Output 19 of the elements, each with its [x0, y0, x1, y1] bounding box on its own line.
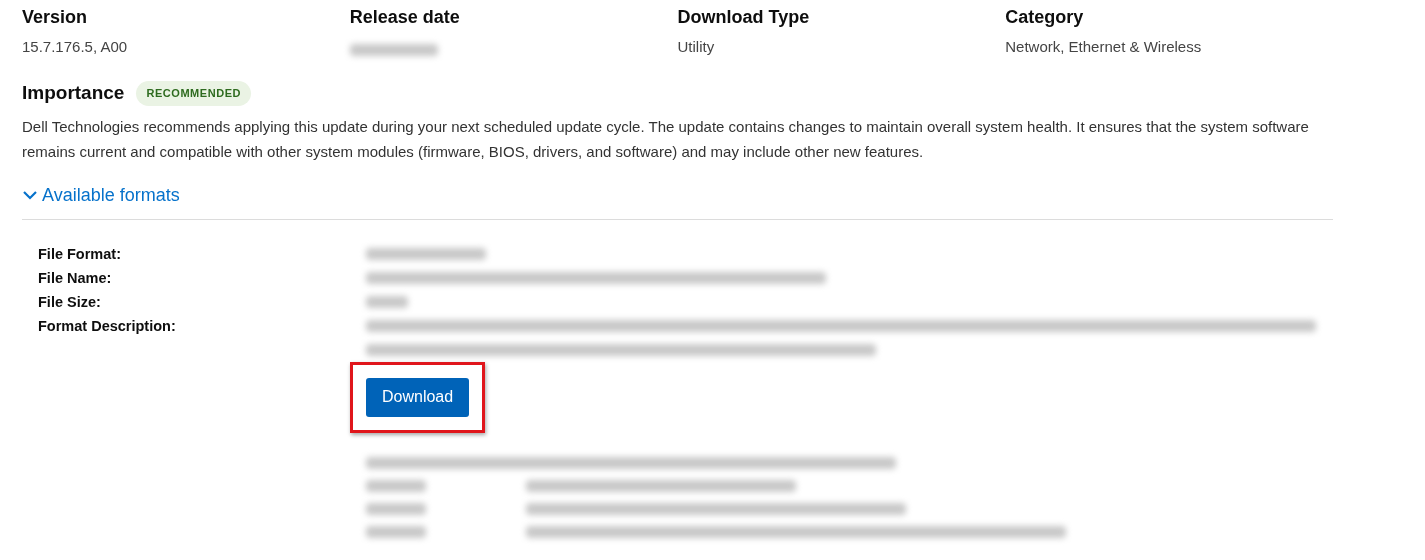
blurred-text	[366, 502, 426, 515]
field-label: File Size:	[38, 292, 102, 312]
summary-value: Network, Ethernet & Wireless	[1005, 37, 1203, 57]
recommended-badge: RECOMMENDED	[136, 81, 252, 106]
summary-label: Version	[22, 6, 89, 28]
summary-label: Download Type	[677, 6, 811, 28]
field-label: File Name:	[38, 268, 113, 288]
importance-description: Dell Technologies recommends applying this update during your next scheduled update cycle. The update contains changes to maintain overall system health. It ensures that the system software remains current and compatible with other system modules (firmware, BIOS, drivers, and software) and may include other new features.	[22, 116, 1310, 162]
summary-value: Utility	[677, 37, 716, 57]
summary-value: 15.7.176.5, A00	[22, 37, 129, 57]
download-button[interactable]: Download	[366, 377, 470, 417]
blurred-text	[366, 525, 426, 538]
importance-label: Importance	[22, 81, 125, 105]
summary-label: Category	[1005, 6, 1085, 28]
blurred-text	[366, 479, 426, 492]
summary-label: Release date	[349, 6, 461, 28]
available-formats-toggle[interactable]: Available formats	[22, 181, 180, 209]
field-label: File Format:	[38, 244, 122, 264]
field-label: Format Description:	[38, 316, 177, 336]
